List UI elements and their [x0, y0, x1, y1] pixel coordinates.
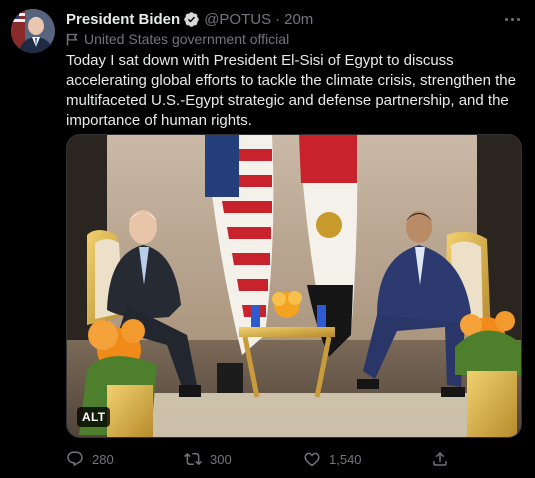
like-button[interactable]: 1,540: [303, 448, 362, 470]
share-icon: [433, 451, 447, 466]
tweet-header: President Biden @POTUS · 20m: [66, 9, 313, 29]
verified-badge-icon: [183, 11, 200, 28]
more-options-icon[interactable]: [503, 10, 521, 28]
author-handle[interactable]: @POTUS: [204, 11, 271, 28]
separator-dot: ·: [275, 10, 281, 28]
flag-icon: [66, 33, 78, 45]
retweet-button[interactable]: 300: [184, 448, 232, 470]
like-icon: [304, 452, 320, 467]
timestamp[interactable]: 20m: [284, 11, 313, 28]
reply-icon: [67, 451, 83, 467]
government-label-text: United States government official: [84, 31, 290, 47]
like-count: 1,540: [329, 451, 362, 467]
action-bar: 280 300 1,540: [66, 448, 456, 470]
retweet-count: 300: [210, 451, 232, 467]
reply-button[interactable]: 280: [66, 448, 114, 470]
tweet-photo[interactable]: [66, 134, 522, 438]
reply-count: 280: [92, 451, 114, 467]
tweet-text: Today I sat down with President El-Sisi …: [66, 52, 516, 129]
government-label: United States government official: [66, 30, 289, 48]
share-button[interactable]: [431, 448, 457, 470]
avatar[interactable]: [11, 9, 55, 53]
alt-text-badge[interactable]: ALT: [77, 407, 111, 427]
author-name[interactable]: President Biden: [66, 11, 180, 28]
retweet-icon: [184, 452, 202, 466]
